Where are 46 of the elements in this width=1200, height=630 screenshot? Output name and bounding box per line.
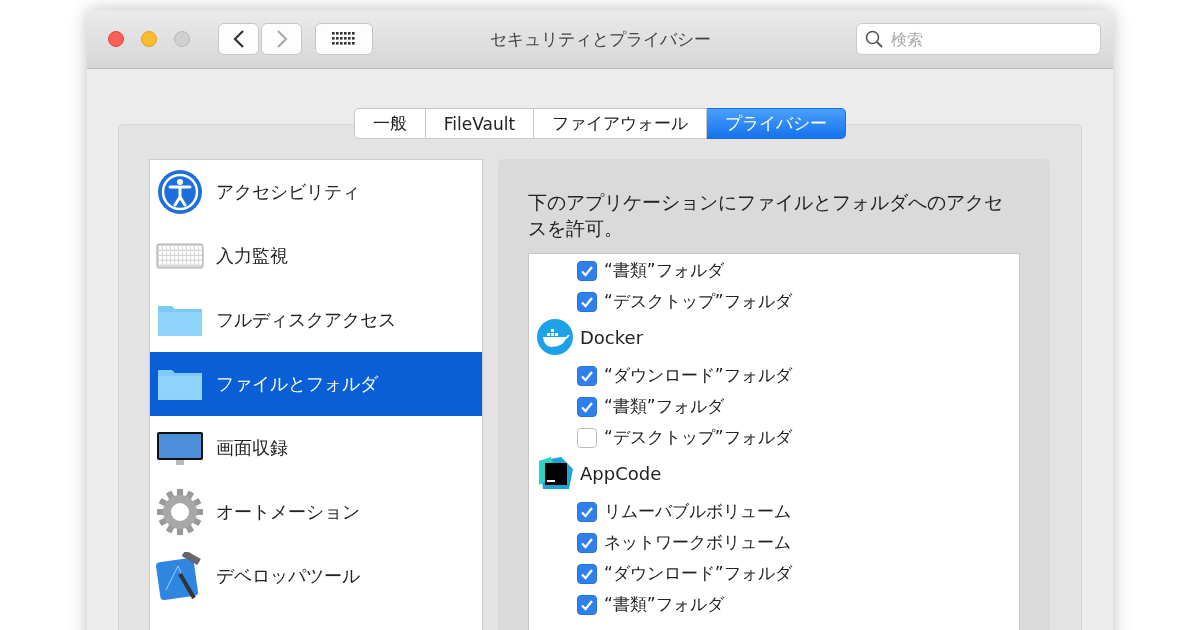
sidebar-item[interactable]: オートメーション <box>150 480 482 544</box>
tab[interactable]: プライバシー <box>707 108 847 139</box>
sidebar-item[interactable]: アクセシビリティ <box>150 160 482 224</box>
app-logo-icon <box>537 455 573 491</box>
search-icon <box>865 30 883 48</box>
app-name: AppCode <box>580 462 662 484</box>
checkbox-label: “書類”フォルダ <box>604 259 724 282</box>
checkbox-label: “書類”フォルダ <box>604 395 724 418</box>
checkbox-label: “書類”フォルダ <box>604 593 724 616</box>
whale-icon <box>537 319 573 355</box>
chevron-right-icon <box>275 29 288 49</box>
checkbox-label: リムーバブルボリューム <box>604 500 791 523</box>
checkbox[interactable] <box>577 427 597 448</box>
checkbox-label: “ダウンロード”フォルダ <box>604 562 792 585</box>
sidebar-item[interactable]: 画面収録 <box>150 416 482 480</box>
sidebar-item[interactable]: ファイルとフォルダ <box>150 352 482 416</box>
grid-icon <box>332 32 356 46</box>
checkbox-label: ネットワークボリューム <box>604 531 791 554</box>
checkbox[interactable] <box>577 563 597 584</box>
checkbox[interactable] <box>577 396 597 417</box>
accessibility-icon <box>156 168 204 216</box>
app-name: Docker <box>580 326 644 348</box>
tab[interactable]: 一般 <box>353 108 426 139</box>
gear-icon <box>156 488 204 536</box>
description-text: 下のアプリケーションにファイルとフォルダへのアクセスを許可。 <box>528 190 1004 241</box>
sidebar-item[interactable]: 入力監視 <box>150 224 482 288</box>
sidebar-item[interactable]: デベロッパツール <box>150 544 482 608</box>
show-all-button[interactable] <box>315 23 373 55</box>
checkbox-label: “デスクトップ”フォルダ <box>604 290 792 313</box>
checkbox[interactable] <box>577 260 597 281</box>
chevron-left-icon <box>232 29 245 49</box>
checkbox[interactable] <box>577 291 597 312</box>
checkbox[interactable] <box>577 365 597 386</box>
checkbox[interactable] <box>577 594 597 615</box>
checkbox-label: “ダウンロード”フォルダ <box>604 364 792 387</box>
hammer-icon <box>156 552 204 600</box>
search-field[interactable]: 検索 <box>856 23 1101 55</box>
tab[interactable]: FileVault <box>425 108 535 139</box>
window-title: セキュリティとプライバシー <box>489 27 711 51</box>
checkbox[interactable] <box>577 501 597 522</box>
tab[interactable]: ファイアウォール <box>534 108 708 139</box>
checkbox[interactable] <box>577 532 597 553</box>
back-button[interactable] <box>218 23 259 55</box>
checkbox-label: “デスクトップ”フォルダ <box>604 426 792 449</box>
sidebar-item[interactable]: フルディスクアクセス <box>150 288 482 352</box>
close-button[interactable] <box>108 31 124 47</box>
